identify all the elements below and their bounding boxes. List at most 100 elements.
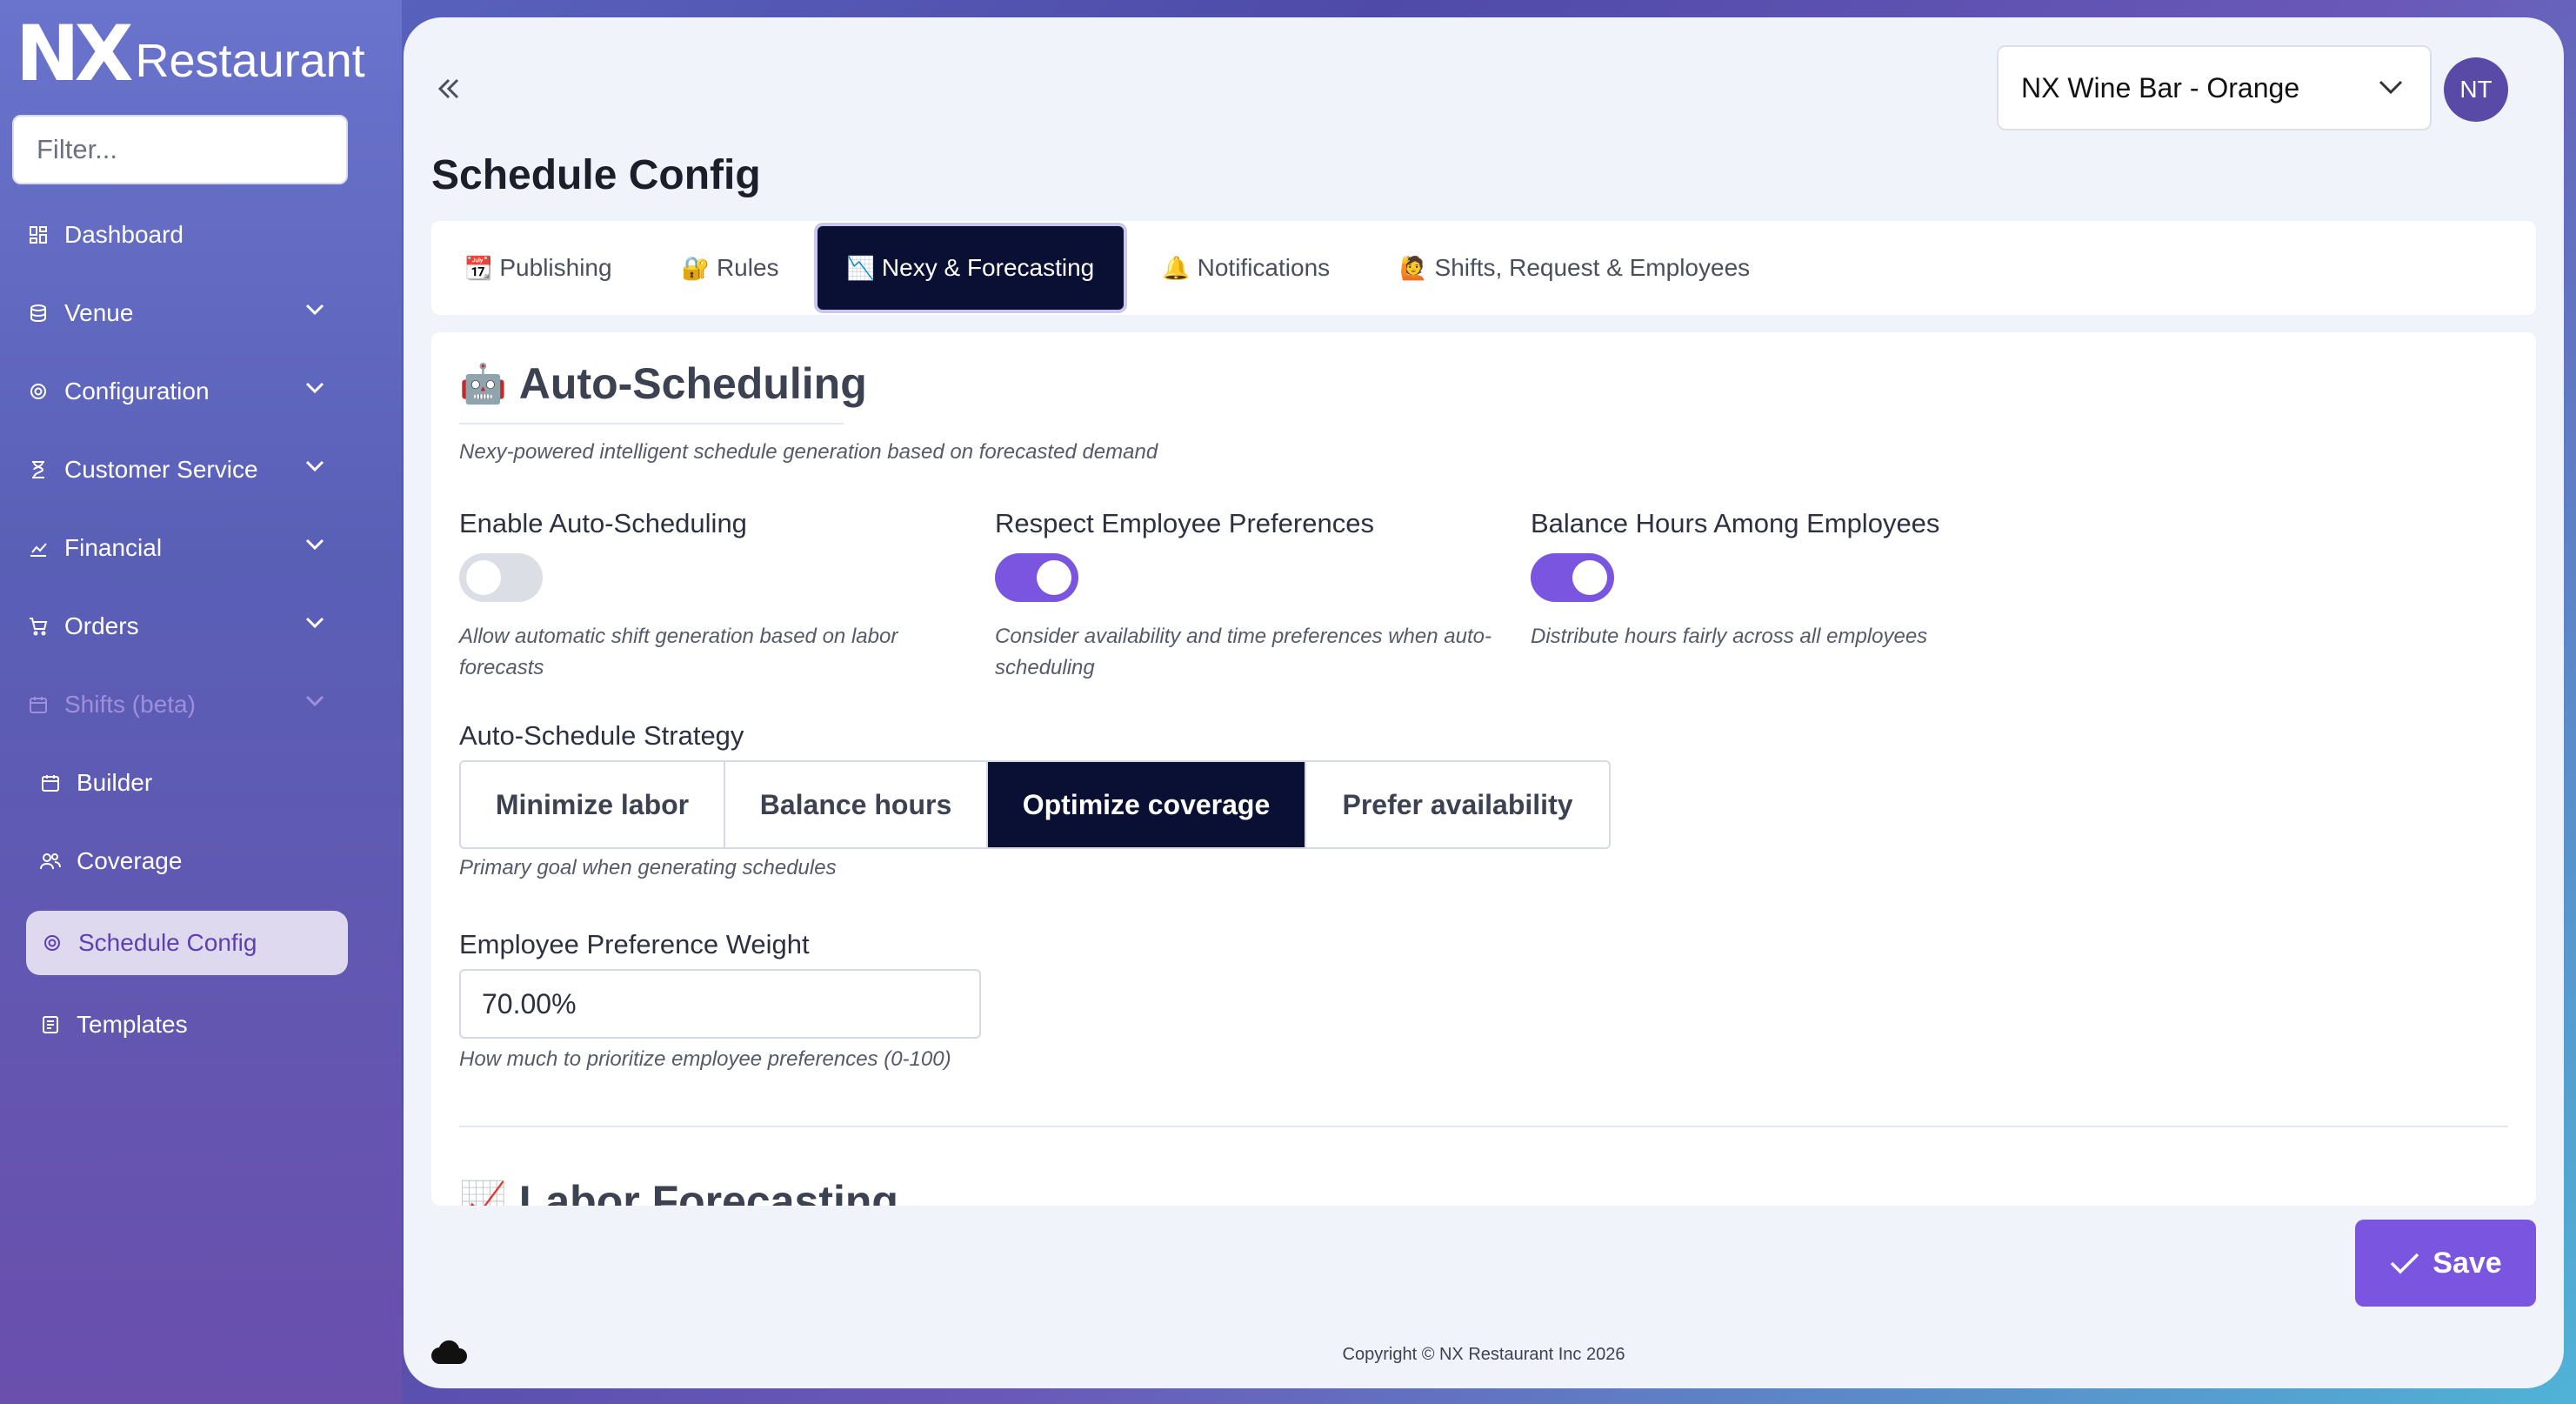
cart-icon: [26, 614, 50, 638]
page-title: Schedule Config: [431, 152, 761, 198]
sidebar-item-label: Schedule Config: [78, 929, 257, 956]
preference-weight-help-text: How much to prioritize employee preferen…: [459, 1047, 951, 1071]
preference-weight-label: Employee Preference Weight: [459, 929, 810, 959]
sidebar-item-label: Configuration: [64, 378, 210, 404]
sidebar-nav: Dashboard Venue Configuration Customer S…: [0, 196, 374, 1064]
brand-logo[interactable]: NX Restaurant: [16, 9, 365, 98]
balance-hours-toggle[interactable]: [1531, 553, 1614, 602]
sidebar-item-venue[interactable]: Venue: [0, 274, 374, 352]
bell-icon: 🔔: [1162, 254, 1191, 281]
tab-notifications[interactable]: 🔔 Notifications: [1162, 226, 1330, 310]
sidebar-item-label: Builder: [77, 769, 153, 796]
copyright-text: Copyright © NX Restaurant Inc 2026: [1342, 1345, 1625, 1364]
toggle-help-text: Distribute hours fairly across all emplo…: [1531, 625, 1928, 648]
tab-publishing[interactable]: 📆 Publishing: [464, 226, 612, 310]
toggle-help-text: Consider availability and time preferenc…: [995, 625, 1492, 679]
sidebar-item-label: Templates: [77, 1011, 188, 1038]
sidebar: NX Restaurant Dashboard Venue Configurat…: [0, 0, 402, 1404]
sidebar-item-label: Orders: [64, 612, 139, 639]
dashboard-icon: [26, 223, 50, 247]
chevron-down-icon: [305, 382, 324, 394]
strategy-option-minimize-labor[interactable]: Minimize labor: [461, 762, 725, 847]
sidebar-item-orders[interactable]: Orders: [0, 587, 374, 665]
toggle-label: Enable Auto-Scheduling: [459, 508, 747, 538]
section-title-labor-forecasting: 📈 Labor Forecasting: [459, 1176, 898, 1206]
sidebar-item-label: Shifts (beta): [64, 691, 196, 718]
chevron-down-icon: [305, 617, 324, 629]
venue-select[interactable]: NX Wine Bar - Orange: [1997, 45, 2432, 130]
strategy-label: Auto-Schedule Strategy: [459, 720, 744, 751]
venue-icon: [26, 301, 50, 325]
main-panel: NX Wine Bar - Orange NT Schedule Config …: [404, 17, 2564, 1388]
sidebar-subitem-coverage[interactable]: Coverage: [0, 822, 374, 900]
strategy-segmented-control: Minimize labor Balance hours Optimize co…: [459, 760, 1611, 849]
toggle-group-balance-hours: Balance Hours Among Employees Distribute…: [1531, 508, 2052, 652]
sidebar-item-label: Dashboard: [64, 221, 184, 248]
tab-label: Notifications: [1197, 254, 1331, 281]
sidebar-item-configuration[interactable]: Configuration: [0, 352, 374, 431]
sidebar-subitem-builder[interactable]: Builder: [0, 744, 374, 822]
chevron-down-icon: [305, 538, 324, 551]
save-button[interactable]: Save: [2355, 1220, 2536, 1307]
chart-up-icon: 📈: [459, 1180, 507, 1206]
save-button-label: Save: [2433, 1246, 2502, 1280]
section-title-underline: [459, 423, 844, 425]
calendar-icon: 📆: [464, 254, 493, 281]
strategy-option-prefer-availability[interactable]: Prefer availability: [1306, 762, 1609, 847]
sidebar-item-label: Venue: [64, 299, 134, 326]
section-title-text: Auto-Scheduling: [518, 359, 867, 408]
tab-shifts-requests-employees[interactable]: 🙋 Shifts, Request & Employees: [1399, 226, 1750, 310]
gear-icon: [26, 379, 50, 404]
check-icon: [2391, 1253, 2419, 1274]
venue-select-value: NX Wine Bar - Orange: [2021, 71, 2300, 104]
section-description: Nexy-powered intelligent schedule genera…: [459, 440, 1158, 464]
chevron-down-icon: [305, 460, 324, 472]
chevron-down-icon: [305, 695, 324, 707]
strategy-help-text: Primary goal when generating schedules: [459, 856, 837, 879]
tab-rules[interactable]: 🔐 Rules: [682, 226, 779, 310]
toggle-label: Balance Hours Among Employees: [1531, 508, 1940, 538]
toggle-knob: [466, 560, 501, 595]
toggle-group-enable-auto-scheduling: Enable Auto-Scheduling Allow automatic s…: [459, 508, 981, 684]
tab-label: Publishing: [499, 254, 612, 281]
chart-icon: [26, 536, 50, 560]
robot-icon: 🤖: [459, 363, 507, 405]
settings-content[interactable]: 🤖 Auto-Scheduling Nexy-powered intellige…: [431, 332, 2536, 1206]
sidebar-item-label: Coverage: [77, 847, 183, 874]
strategy-option-balance-hours[interactable]: Balance hours: [725, 762, 988, 847]
calendar-icon: [26, 692, 50, 717]
sidebar-item-shifts[interactable]: Shifts (beta): [0, 665, 374, 744]
sidebar-item-dashboard[interactable]: Dashboard: [0, 196, 374, 274]
hourglass-icon: [26, 458, 50, 482]
preference-weight-input[interactable]: [459, 969, 981, 1039]
lock-icon: 🔐: [681, 254, 710, 281]
sidebar-item-label: Financial: [64, 534, 163, 561]
strategy-option-optimize-coverage[interactable]: Optimize coverage: [988, 762, 1306, 847]
toggle-group-respect-preferences: Respect Employee Preferences Consider av…: [995, 508, 1517, 684]
logo-mark: NX: [16, 9, 133, 98]
respect-preferences-toggle[interactable]: [995, 553, 1078, 602]
section-divider: [459, 1126, 2508, 1127]
chevron-down-icon: [2379, 80, 2403, 95]
chart-down-icon: 📉: [846, 254, 875, 281]
tab-nexy-forecasting[interactable]: 📉 Nexy & Forecasting: [817, 226, 1124, 310]
toggle-help-text: Allow automatic shift generation based o…: [459, 625, 898, 679]
section-title-auto-scheduling: 🤖 Auto-Scheduling: [459, 358, 867, 409]
calendar-icon: [38, 771, 63, 795]
sidebar-filter-input[interactable]: [12, 115, 348, 184]
chevron-down-icon: [305, 304, 324, 316]
logo-text: Restaurant: [135, 35, 365, 87]
users-icon: [38, 849, 63, 873]
collapse-sidebar-icon[interactable]: [431, 71, 466, 106]
tab-label: Shifts, Request & Employees: [1434, 254, 1751, 281]
sidebar-subitem-templates[interactable]: Templates: [0, 986, 374, 1064]
raised-hand-icon: 🙋: [1399, 254, 1428, 281]
toggle-knob: [1572, 560, 1607, 595]
enable-auto-scheduling-toggle[interactable]: [459, 553, 543, 602]
toggle-label: Respect Employee Preferences: [995, 508, 1374, 538]
sidebar-subitem-schedule-config[interactable]: Schedule Config: [26, 911, 348, 975]
sidebar-item-customer-service[interactable]: Customer Service: [0, 431, 374, 509]
sidebar-item-label: Customer Service: [64, 456, 258, 483]
sidebar-item-financial[interactable]: Financial: [0, 509, 374, 587]
avatar[interactable]: NT: [2444, 57, 2508, 122]
